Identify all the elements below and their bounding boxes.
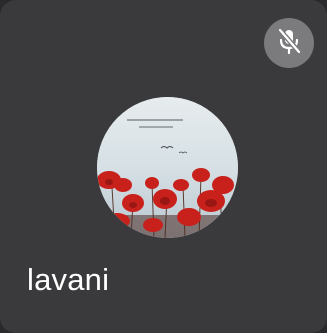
participant-name: lavani	[27, 262, 110, 297]
participant-tile[interactable]: lavani	[0, 0, 327, 333]
red-flowers-profile-picture	[97, 97, 238, 238]
mute-badge	[264, 18, 314, 68]
avatar	[97, 97, 238, 238]
microphone-off-icon	[274, 26, 304, 61]
